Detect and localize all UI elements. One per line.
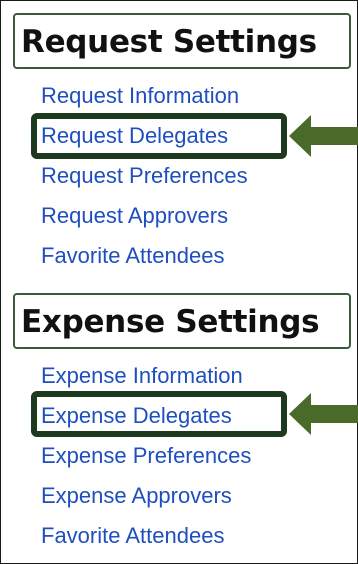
settings-panel: Request Settings Request Information Req… [0,0,358,564]
expense-settings-title: Expense Settings [21,304,320,340]
link-expense-approvers[interactable]: Expense Approvers [41,483,232,509]
expense-delegates-highlight [31,391,287,437]
expense-settings-header: Expense Settings [13,293,351,349]
request-settings-header: Request Settings [13,13,351,69]
link-request-preferences[interactable]: Request Preferences [41,163,248,189]
link-expense-favorite-attendees[interactable]: Favorite Attendees [41,523,224,549]
link-expense-information[interactable]: Expense Information [41,363,243,389]
arrow-left-icon [289,393,358,435]
request-delegates-highlight [31,113,287,159]
link-expense-preferences[interactable]: Expense Preferences [41,443,251,469]
link-request-approvers[interactable]: Request Approvers [41,203,228,229]
request-settings-title: Request Settings [21,24,317,60]
arrow-left-icon [289,115,358,157]
link-request-favorite-attendees[interactable]: Favorite Attendees [41,243,224,269]
link-request-information[interactable]: Request Information [41,83,239,109]
